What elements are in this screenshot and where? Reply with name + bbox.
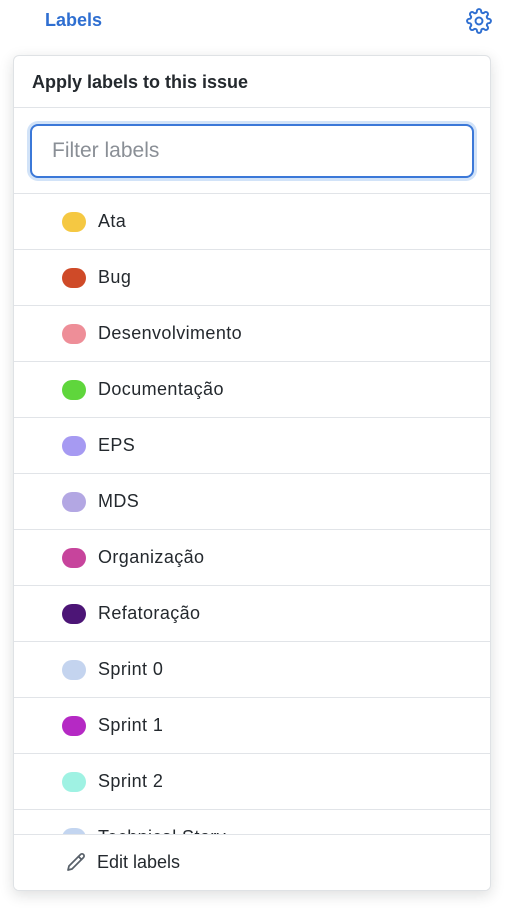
label-color-swatch [62,603,86,624]
label-name: Sprint 2 [98,771,164,791]
gear-icon[interactable] [466,8,492,34]
label-name: Documentação [98,379,224,399]
pencil-icon [67,852,85,871]
label-name: Sprint 1 [98,715,164,735]
label-item-organizacao[interactable]: Organização [14,530,490,586]
label-name: Desenvolvimento [98,323,243,343]
labels-header: Labels [0,0,506,42]
label-color-swatch [62,715,86,736]
edit-labels-button[interactable]: Edit labels [14,834,490,890]
filter-container [14,108,490,194]
label-item-eps[interactable]: EPS [14,418,490,474]
label-color-swatch [62,211,86,232]
label-item-desenvolvimento[interactable]: Desenvolvimento [14,306,490,362]
filter-labels-input[interactable] [30,124,474,178]
label-item-ata[interactable]: Ata [14,194,490,250]
label-color-swatch [62,267,86,288]
label-color-swatch [62,771,86,792]
label-name: Refatoração [98,603,201,623]
label-item-documentacao[interactable]: Documentação [14,362,490,418]
label-item-technical-story[interactable]: Technical Story [14,810,490,835]
edit-labels-label: Edit labels [97,852,181,872]
label-list[interactable]: Ata Bug Desenvolvimento Documentação EPS… [14,194,490,835]
panel-title: Apply labels to this issue [14,56,490,108]
label-name: Sprint 0 [98,659,164,679]
labels-dropdown-panel: Apply labels to this issue Ata Bug Desen… [13,55,491,891]
label-color-swatch [62,547,86,568]
label-color-swatch [62,491,86,512]
label-color-swatch [62,379,86,400]
label-item-refatoracao[interactable]: Refatoração [14,586,490,642]
label-name: Organização [98,547,205,567]
label-item-sprint-0[interactable]: Sprint 0 [14,642,490,698]
label-name: MDS [98,491,140,511]
label-item-sprint-1[interactable]: Sprint 1 [14,698,490,754]
label-name: Bug [98,267,132,287]
label-item-sprint-2[interactable]: Sprint 2 [14,754,490,810]
label-color-swatch [62,435,86,456]
label-item-mds[interactable]: MDS [14,474,490,530]
label-color-swatch [62,323,86,344]
label-item-bug[interactable]: Bug [14,250,490,306]
labels-heading[interactable]: Labels [45,10,102,31]
label-color-swatch [62,659,86,680]
label-name: EPS [98,435,136,455]
label-name: Ata [98,211,127,231]
